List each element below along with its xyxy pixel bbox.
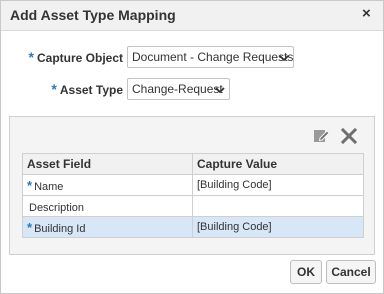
chevron-down-icon xyxy=(215,87,225,94)
table-row[interactable]: * Building Id [Building Code] xyxy=(22,216,364,238)
dialog-titlebar: Add Asset Type Mapping × xyxy=(1,1,383,31)
close-icon[interactable]: × xyxy=(362,6,374,22)
required-indicator: * xyxy=(27,177,33,193)
ok-button[interactable]: OK xyxy=(290,260,322,284)
column-header-capture-value[interactable]: Capture Value xyxy=(192,153,364,175)
required-indicator: * xyxy=(51,81,57,97)
asset-field-cell: Description xyxy=(22,195,193,217)
cancel-button[interactable]: Cancel xyxy=(326,260,376,284)
asset-field-table: Asset Field Capture Value * Name [Buildin… xyxy=(22,153,364,238)
delete-icon[interactable] xyxy=(340,127,358,145)
dialog: Add Asset Type Mapping × * Capture Object… xyxy=(0,0,384,294)
required-indicator: * xyxy=(28,49,34,65)
column-header-asset-field[interactable]: Asset Field xyxy=(22,153,193,175)
asset-type-row: * Asset Type xyxy=(1,77,123,101)
asset-type-label: * Asset Type xyxy=(51,81,123,97)
table-row[interactable]: Description xyxy=(22,195,364,217)
capture-object-row: * Capture Object xyxy=(1,45,123,69)
capture-value-cell[interactable] xyxy=(192,195,364,217)
required-indicator: * xyxy=(27,219,33,235)
capture-object-select[interactable]: Document - Change Requests xyxy=(127,46,294,68)
asset-type-select[interactable]: Change-Request xyxy=(127,78,230,100)
asset-field-cell: * Building Id xyxy=(22,216,193,238)
capture-value-cell[interactable]: [Building Code] xyxy=(192,216,364,238)
asset-field-cell: * Name xyxy=(22,174,193,196)
capture-value-cell[interactable]: [Building Code] xyxy=(192,174,364,196)
table-header-row: Asset Field Capture Value xyxy=(22,153,364,175)
capture-object-label: * Capture Object xyxy=(28,49,123,65)
table-row[interactable]: * Name [Building Code] xyxy=(22,174,364,196)
chevron-down-icon xyxy=(279,55,289,62)
edit-icon[interactable] xyxy=(312,127,330,145)
dialog-title: Add Asset Type Mapping xyxy=(10,7,176,23)
